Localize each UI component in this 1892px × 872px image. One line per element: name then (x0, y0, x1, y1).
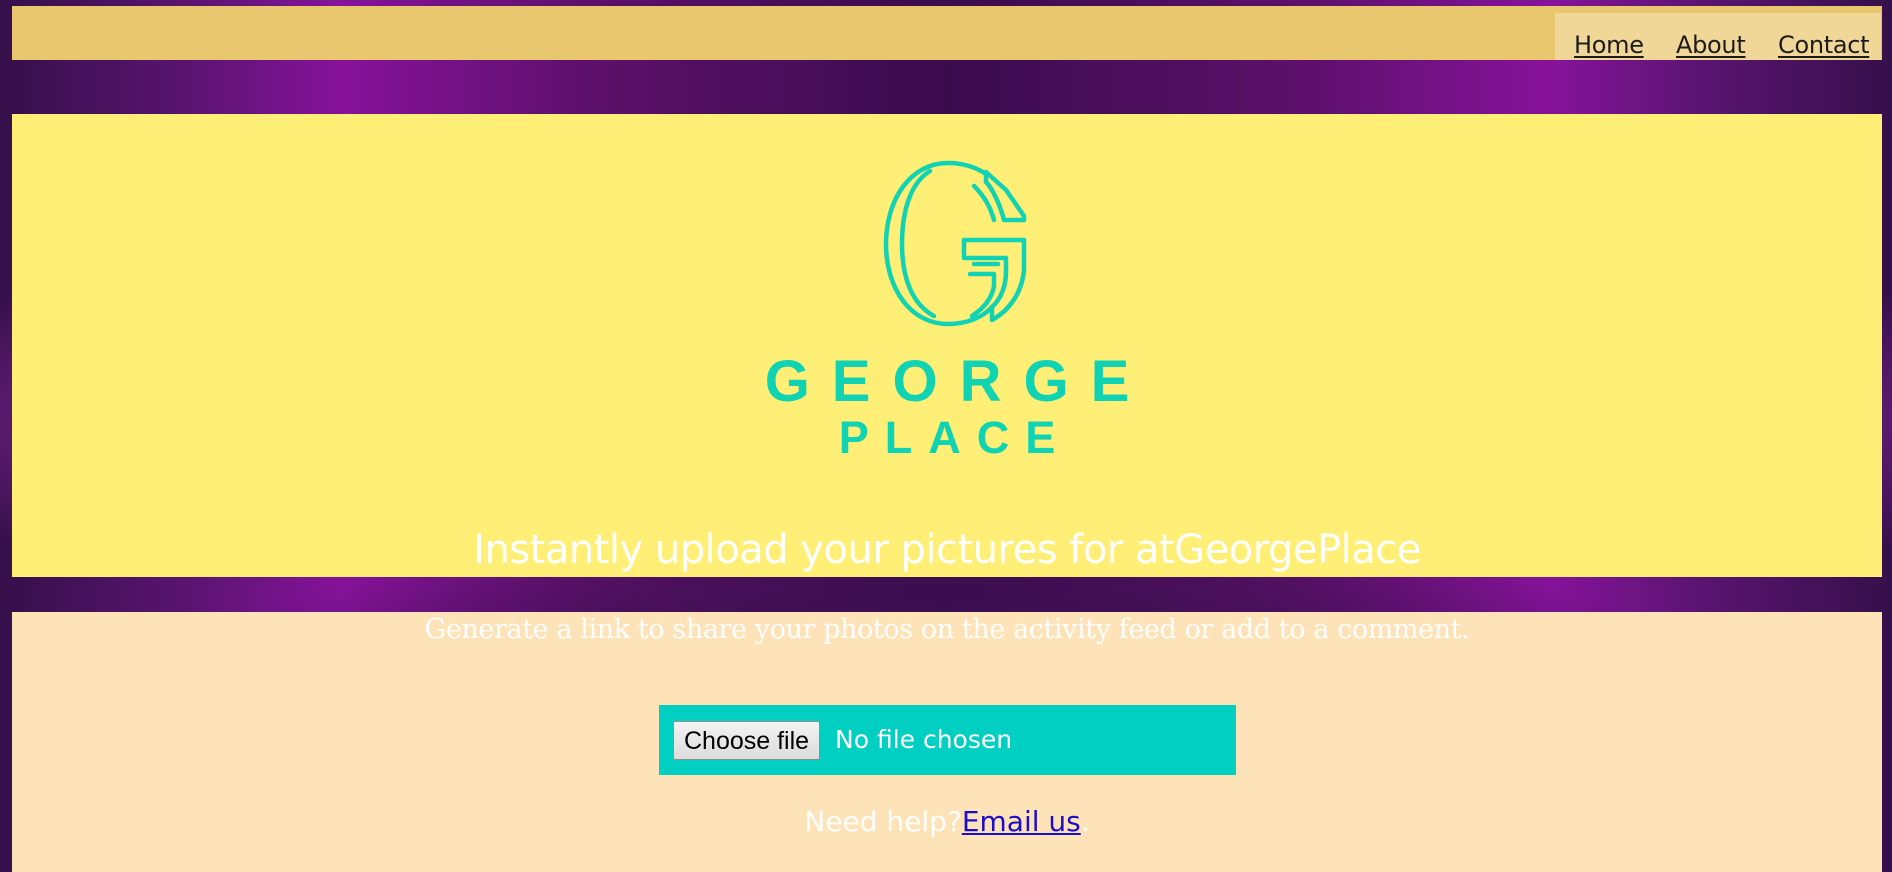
help-line: Need help?Email us. (12, 802, 1882, 842)
logo: GEORGE PLACE (12, 114, 1882, 577)
upload-section: Generate a link to share your photos on … (12, 612, 1882, 872)
nav-contact-link[interactable]: Contact (1778, 30, 1870, 60)
help-prefix: Need help? (804, 805, 962, 838)
help-suffix: . (1080, 805, 1090, 838)
nav-about-link[interactable]: About (1676, 30, 1746, 60)
page-title: Instantly upload your pictures for atGeo… (473, 527, 1421, 573)
page-subtitle: Generate a link to share your photos on … (424, 614, 1470, 645)
logo-wordmark-place: PLACE (838, 412, 1072, 463)
g-monogram-icon (883, 160, 1027, 327)
nav-home-link[interactable]: Home (1574, 30, 1644, 60)
logo-wordmark-george: GEORGE (764, 349, 1152, 414)
email-us-link[interactable]: Email us (962, 805, 1081, 838)
file-status-text: No file chosen (835, 725, 1013, 754)
hero-banner: GEORGE PLACE Instantly upload your pictu… (12, 114, 1882, 577)
choose-file-button[interactable]: Choose file (673, 721, 821, 760)
page: { "nav": { "items": [ {"label": "Home"},… (0, 0, 1892, 872)
file-upload-field: Choose file No file chosen (659, 705, 1236, 775)
